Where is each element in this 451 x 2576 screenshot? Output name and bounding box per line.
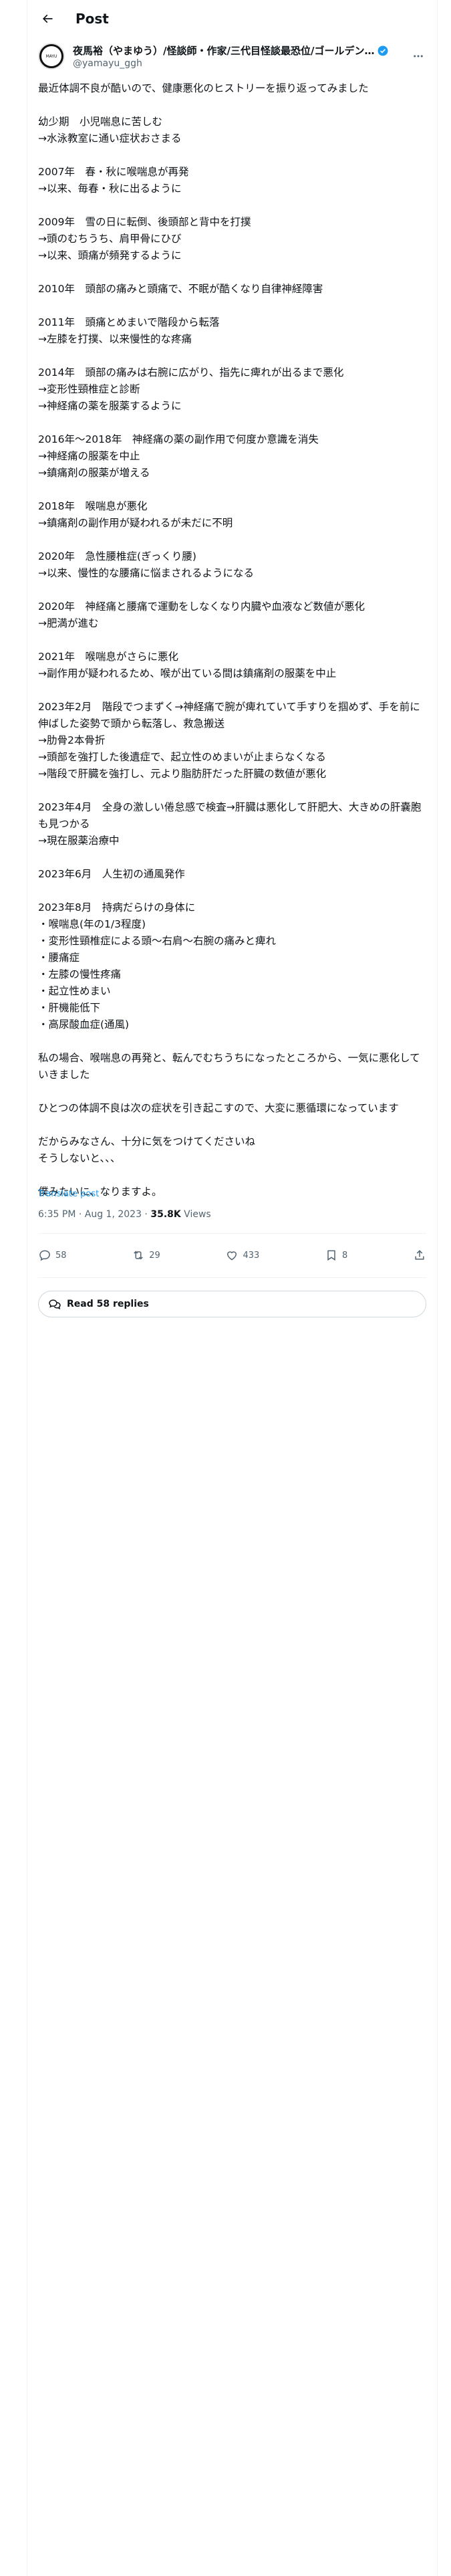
views-label: Views xyxy=(180,1209,211,1220)
heart-icon xyxy=(227,1251,237,1261)
author-handle[interactable]: @yamayu_ggh xyxy=(73,58,410,69)
translate-post-link[interactable]: Translate post xyxy=(38,1189,99,1199)
bookmark-icon xyxy=(327,1250,335,1261)
post-timestamp[interactable]: 6:35 PM · Aug 1, 2023 · xyxy=(38,1209,150,1220)
post-column: Post MAYU 夜馬裕（やまゆう）/怪談師・作家/三代目怪談最恐位/ゴールデ… xyxy=(27,0,438,2576)
post-text: 最近体調不良が酷いので、健康悪化のヒストリーを振り返ってみました 幼少期 小児喘… xyxy=(38,82,422,1198)
like-count: 433 xyxy=(243,1250,260,1261)
avatar-logo-text: MAYU xyxy=(41,46,61,66)
divider xyxy=(38,1277,426,1278)
read-replies-label: Read 58 replies xyxy=(67,1299,149,1309)
like-button[interactable]: 433 xyxy=(225,1249,259,1262)
read-replies-button[interactable]: Read 58 replies xyxy=(38,1291,426,1317)
action-bar: 58 29 433 8 xyxy=(38,1242,426,1269)
more-options-button[interactable] xyxy=(410,48,426,64)
post-meta: 6:35 PM · Aug 1, 2023 · 35.8K Views xyxy=(38,1209,211,1220)
divider xyxy=(38,1233,426,1234)
repost-count: 29 xyxy=(149,1250,160,1261)
views-count: 35.8K xyxy=(150,1209,181,1220)
chat-bubbles-icon xyxy=(48,1297,61,1311)
reply-icon xyxy=(39,1250,50,1261)
avatar[interactable]: MAYU xyxy=(38,43,65,70)
page-header: Post xyxy=(27,0,437,37)
share-button[interactable] xyxy=(413,1249,426,1262)
share-icon xyxy=(415,1250,424,1260)
reply-count: 58 xyxy=(55,1250,67,1261)
reply-button[interactable]: 58 xyxy=(38,1249,67,1262)
author-display-name[interactable]: 夜馬裕（やまゆう）/怪談師・作家/三代目怪談最恐位/ゴールデン… xyxy=(73,43,374,58)
bookmark-count: 8 xyxy=(341,1250,348,1261)
bookmark-button[interactable]: 8 xyxy=(325,1249,347,1262)
back-button[interactable] xyxy=(35,7,59,31)
repost-button[interactable]: 29 xyxy=(132,1249,160,1262)
verified-badge-icon xyxy=(378,45,388,56)
arrow-left-icon xyxy=(42,14,53,23)
page-title: Post xyxy=(76,11,109,27)
repost-icon xyxy=(134,1251,144,1260)
post-author: MAYU 夜馬裕（やまゆう）/怪談師・作家/三代目怪談最恐位/ゴールデン… @y… xyxy=(38,40,426,72)
more-icon xyxy=(414,55,423,58)
